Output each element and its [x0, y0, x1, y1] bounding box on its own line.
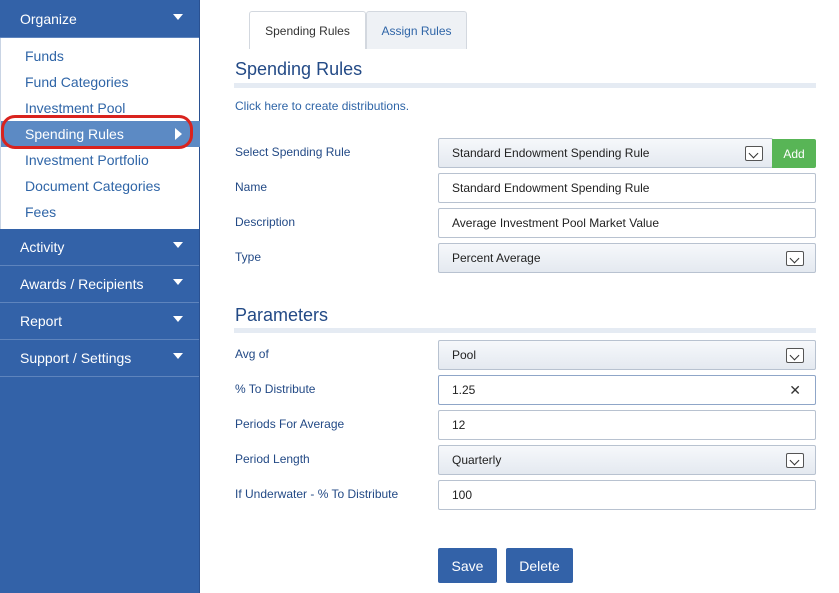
name-input[interactable]: Standard Endowment Spending Rule: [438, 173, 816, 203]
sidebar-sections: Activity Awards / Recipients Report Supp…: [0, 229, 199, 377]
parameters-title: Parameters: [235, 305, 329, 325]
select-value: Standard Endowment Spending Rule: [452, 146, 650, 160]
add-button[interactable]: Add: [772, 139, 816, 168]
tab-spending-rules[interactable]: Spending Rules: [249, 11, 366, 49]
sidebar-item-fund-categories[interactable]: Fund Categories: [1, 69, 199, 95]
sidebar-section-report[interactable]: Report: [0, 303, 199, 340]
input-value: 100: [452, 488, 473, 502]
select-rule-label: Select Spending Rule: [235, 145, 351, 159]
periods-label: Periods For Average: [235, 417, 345, 431]
sidebar-section-label: Support / Settings: [20, 350, 132, 366]
avg-of-dropdown[interactable]: Pool: [438, 340, 816, 370]
caret-down-icon: [173, 279, 183, 285]
tab-assign-rules[interactable]: Assign Rules: [366, 11, 467, 49]
description-input[interactable]: Average Investment Pool Market Value: [438, 208, 816, 238]
chevron-down-icon: [745, 146, 763, 161]
tab-bar: Spending Rules Assign Rules: [249, 11, 467, 49]
select-value: Quarterly: [452, 453, 502, 467]
select-value: Percent Average: [452, 251, 541, 265]
sidebar-item-fees[interactable]: Fees: [1, 199, 199, 225]
pct-distribute-label: % To Distribute: [235, 382, 316, 396]
period-length-label: Period Length: [235, 452, 310, 466]
select-spending-rule-dropdown[interactable]: Standard Endowment Spending Rule: [438, 138, 773, 168]
sidebar-item-document-categories[interactable]: Document Categories: [1, 173, 199, 199]
parameters-divider: [234, 328, 816, 333]
caret-down-icon: [173, 13, 183, 20]
organize-submenu: Funds Fund Categories Investment Pool Sp…: [0, 38, 200, 229]
select-value: Pool: [452, 348, 477, 362]
page-title: Spending Rules: [235, 59, 363, 79]
chevron-right-icon: [175, 128, 182, 140]
sidebar-section-support-settings[interactable]: Support / Settings: [0, 340, 199, 377]
underwater-input[interactable]: 100: [438, 480, 816, 510]
input-value: 1.25: [452, 383, 476, 397]
chevron-down-icon: [786, 348, 804, 363]
sidebar: Organize Funds Fund Categories Investmen…: [0, 0, 200, 593]
caret-down-icon: [173, 353, 183, 359]
description-label: Description: [235, 215, 296, 229]
sidebar-item-investment-portfolio[interactable]: Investment Portfolio: [1, 147, 199, 173]
sidebar-section-label: Report: [20, 313, 63, 329]
sidebar-section-label: Awards / Recipients: [20, 276, 144, 292]
sidebar-item-spending-rules[interactable]: Spending Rules: [1, 121, 200, 147]
pct-distribute-input[interactable]: 1.25 ✕: [438, 375, 816, 405]
title-divider: [234, 83, 816, 88]
periods-input[interactable]: 12: [438, 410, 816, 440]
sidebar-item-funds[interactable]: Funds: [1, 43, 199, 69]
sidebar-section-activity[interactable]: Activity: [0, 229, 199, 266]
caret-down-icon: [173, 242, 183, 248]
sidebar-section-awards[interactable]: Awards / Recipients: [0, 266, 199, 303]
save-button[interactable]: Save: [438, 548, 497, 583]
sidebar-section-label: Organize: [20, 10, 77, 27]
name-label: Name: [235, 180, 268, 194]
type-dropdown[interactable]: Percent Average: [438, 243, 816, 273]
delete-button[interactable]: Delete: [506, 548, 573, 583]
underwater-label: If Underwater - % To Distribute: [235, 487, 399, 501]
clear-icon[interactable]: ✕: [789, 382, 801, 399]
input-value: Standard Endowment Spending Rule: [452, 181, 650, 195]
period-length-dropdown[interactable]: Quarterly: [438, 445, 816, 475]
sidebar-item-label: Spending Rules: [25, 126, 124, 142]
caret-down-icon: [173, 316, 183, 322]
sidebar-section-label: Activity: [20, 239, 65, 255]
sidebar-section-organize[interactable]: Organize: [0, 0, 199, 38]
chevron-down-icon: [786, 453, 804, 468]
input-value: Average Investment Pool Market Value: [452, 216, 659, 230]
avg-of-label: Avg of: [235, 347, 269, 361]
type-label: Type: [235, 250, 262, 264]
sidebar-item-investment-pool[interactable]: Investment Pool: [1, 95, 199, 121]
input-value: 12: [452, 418, 466, 432]
create-distributions-link[interactable]: Click here to create distributions.: [235, 99, 409, 113]
chevron-down-icon: [786, 251, 804, 266]
